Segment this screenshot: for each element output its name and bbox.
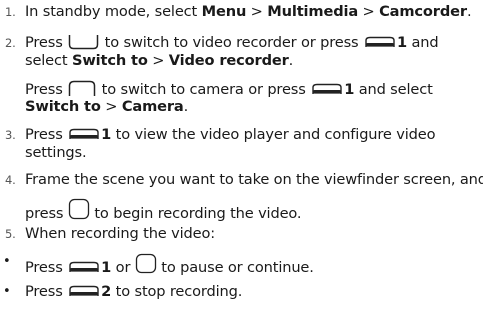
step-number: 5. (5, 227, 16, 241)
step-1-line: In standby mode, select Menu > Multimedi… (25, 3, 472, 20)
step-4-line-1: Frame the scene you want to take on the … (25, 171, 483, 188)
step-2-line-1: Press to switch to video recorder or pre… (25, 34, 439, 51)
right-softkey-icon (310, 83, 344, 97)
step-2-line-4: Switch to > Camera. (25, 98, 189, 115)
step-number: 2. (5, 36, 16, 50)
video-recorder-term: Video recorder (168, 52, 289, 69)
menu-term: Menu (201, 3, 247, 20)
step-2-line-2: select Switch to > Video recorder. (25, 52, 294, 69)
step-3-line-2: settings. (25, 144, 87, 161)
manual-page: 1. In standby mode, select Menu > Multim… (0, 0, 483, 309)
bullet-2-line: Press 2 to stop recording. (25, 283, 243, 300)
switch-to-term: Switch to (71, 52, 148, 69)
side-key-icon (67, 80, 97, 97)
camcorder-term: Camcorder (379, 3, 467, 20)
left-softkey-icon (67, 34, 100, 50)
step-2-line-3: Press to switch to camera or press 1 and… (25, 80, 433, 98)
right-softkey-icon (67, 128, 101, 142)
camera-term: Camera (121, 98, 184, 115)
step-4-line-2: press to begin recording the video. (25, 198, 302, 223)
step-number: 3. (5, 128, 16, 142)
multimedia-term: Multimedia (267, 3, 359, 20)
bullet-mark: • (3, 254, 11, 269)
step-number: 4. (5, 173, 16, 187)
bullet-1-line: Press 1 or to pause or continue. (25, 253, 314, 277)
step-5-line: When recording the video: (25, 225, 215, 242)
right-softkey-icon (67, 261, 101, 275)
confirm-key-icon (135, 253, 157, 274)
right-softkey-icon (67, 285, 101, 299)
switch-to-term: Switch to (25, 98, 101, 115)
confirm-key-icon (68, 198, 90, 220)
bullet-mark: • (3, 284, 11, 299)
step-3-line-1: Press 1 to view the video player and con… (25, 126, 436, 143)
right-softkey-icon (363, 36, 397, 50)
step-number: 1. (5, 5, 16, 19)
